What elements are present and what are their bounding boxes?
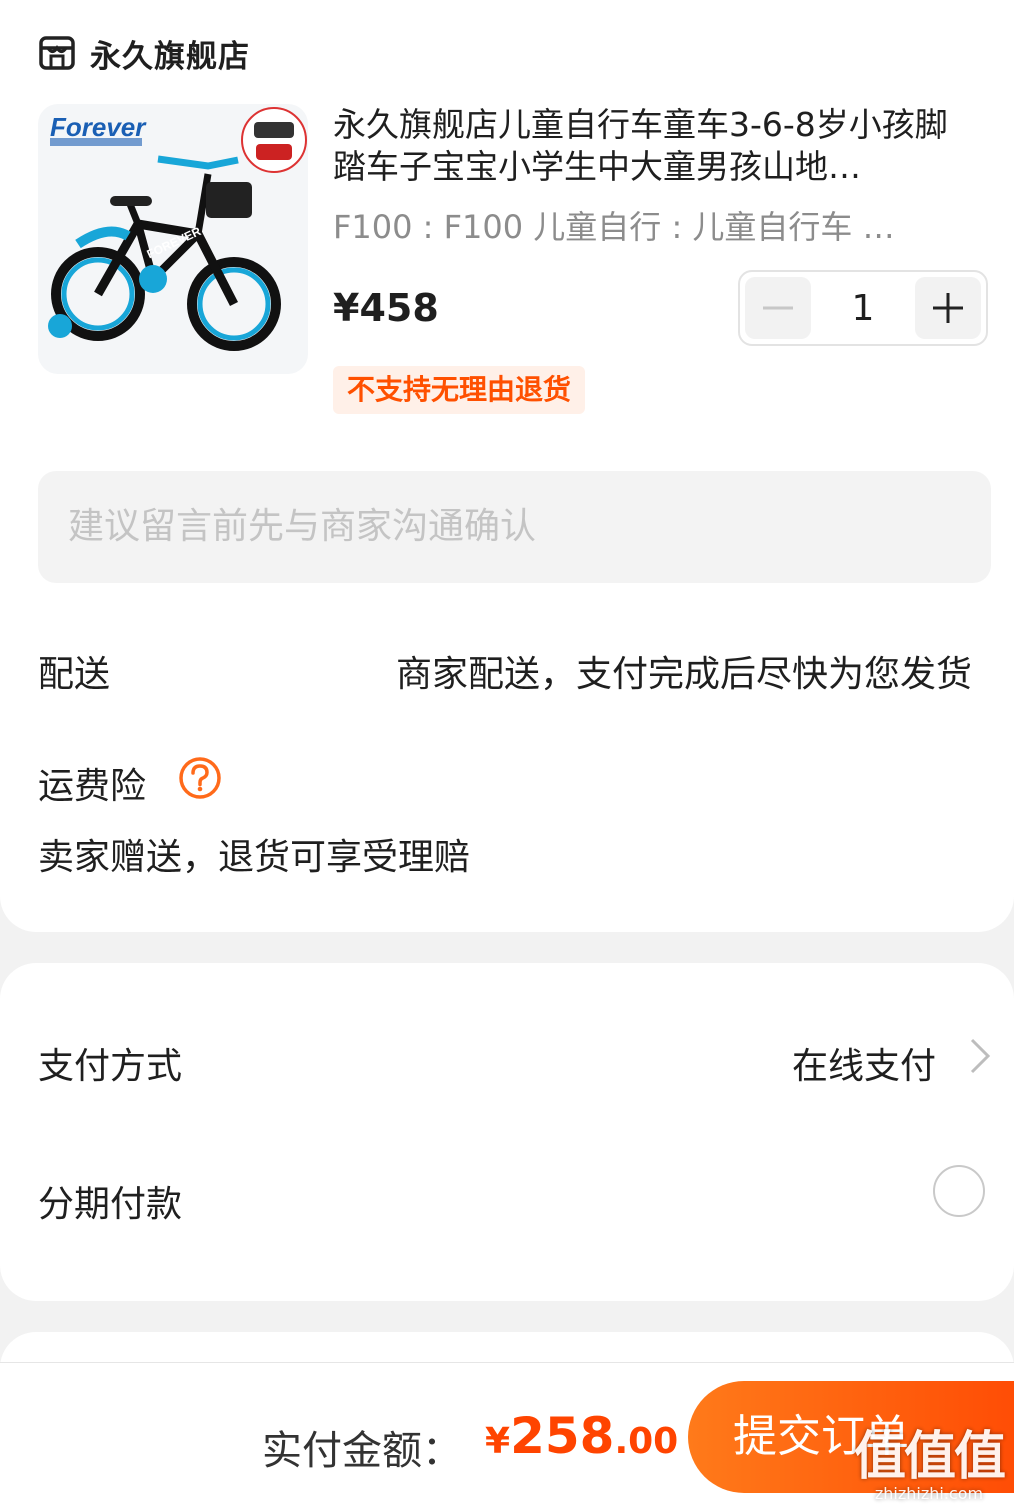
decrement-button[interactable]	[745, 277, 811, 339]
chevron-right-icon	[970, 1038, 991, 1074]
total-currency: ¥	[485, 1421, 511, 1462]
order-card: 永久旗舰店 Forever FOREVER 永久旗舰店儿童自行车童车3-6-8岁…	[0, 0, 1014, 932]
question-circle-icon[interactable]	[178, 756, 222, 800]
watermark-url: zhizhizhi.com	[874, 1484, 984, 1503]
insurance-desc: 卖家赠送，退货可享受理赔	[38, 837, 471, 878]
total-amount-integer: 258	[510, 1407, 615, 1465]
installment-radio[interactable]	[933, 1165, 985, 1217]
increment-button[interactable]	[915, 277, 981, 339]
delivery-label: 配送	[38, 654, 111, 695]
payment-method-value: 在线支付	[791, 1046, 936, 1087]
insurance-label: 运费险	[38, 766, 147, 807]
total-amount: ¥258.00	[485, 1407, 678, 1465]
product-price: ¥458	[333, 286, 439, 330]
product-title[interactable]: 永久旗舰店儿童自行车童车3-6-8岁小孩脚踏车子宝宝小学生中大童男孩山地…	[333, 104, 963, 188]
total-amount-decimal: .00	[614, 1421, 679, 1462]
delivery-value: 商家配送，支付完成后尽快为您发货	[395, 654, 972, 695]
product-spec[interactable]: F100 : F100 儿童自行 : 儿童自行车 …	[333, 206, 943, 248]
quantity-stepper: 1	[738, 270, 988, 346]
quantity-value[interactable]: 1	[816, 288, 910, 329]
payment-method-label: 支付方式	[38, 1046, 183, 1087]
installment-label: 分期付款	[38, 1184, 183, 1225]
site-watermark: 值值值 zhizhizhi.com	[853, 1427, 1006, 1503]
total-label: 实付金额：	[262, 1428, 462, 1474]
remark-input[interactable]: 建议留言前先与商家沟通确认	[38, 471, 991, 583]
watermark-logo: 值值值	[853, 1427, 1006, 1487]
store-icon	[39, 36, 75, 70]
brand-logo: Forever	[50, 112, 147, 142]
no-return-tag: 不支持无理由退货	[333, 366, 586, 414]
shop-header[interactable]: 永久旗舰店	[38, 28, 250, 78]
checkout-bar: 实付金额： ¥258.00 提交订单 值值值 zhizhizhi.com	[0, 1362, 1014, 1509]
product-image[interactable]: Forever FOREVER	[38, 104, 308, 374]
shop-name: 永久旗舰店	[90, 38, 250, 75]
payment-method-row[interactable]: 支付方式 在线支付	[0, 1003, 1014, 1113]
payment-card: 支付方式 在线支付 分期付款	[0, 963, 1014, 1301]
minus-icon	[763, 306, 793, 310]
plus-icon	[933, 293, 963, 323]
